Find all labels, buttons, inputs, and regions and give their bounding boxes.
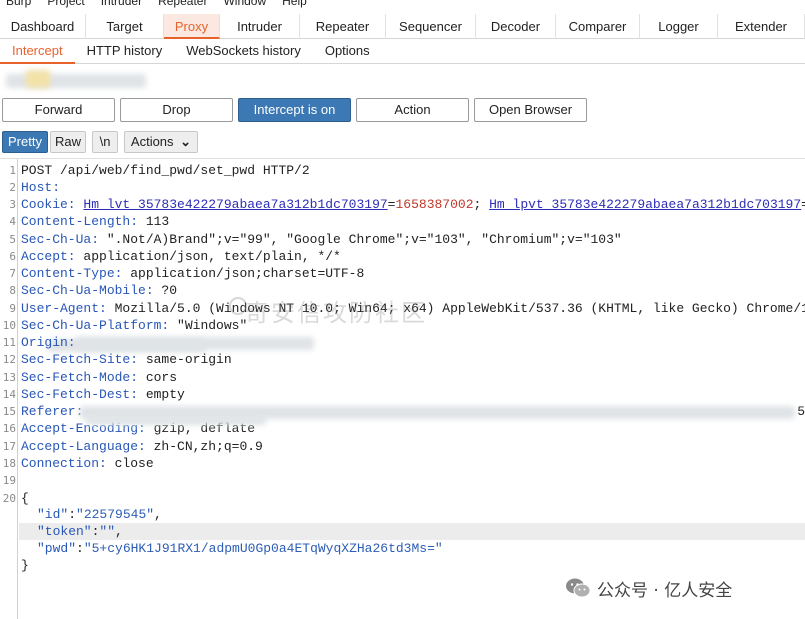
message-view-bar: Pretty Raw \n Actions ⌄ (0, 131, 805, 155)
header-sec-fetch-dest: Sec-Fetch-Dest: empty (21, 387, 185, 402)
line-number: 8 (9, 284, 16, 297)
header-content-type: Content-Type: application/json;charset=U… (21, 266, 365, 281)
raw-view-button[interactable]: Raw (50, 131, 86, 153)
chevron-down-icon: ⌄ (180, 134, 192, 149)
redaction-block (26, 70, 50, 88)
actions-label: Actions (130, 134, 174, 149)
json-field-token: "token":"", (37, 524, 123, 539)
line-number: 16 (2, 422, 16, 435)
line-number: 11 (2, 336, 16, 349)
line-number: 12 (2, 353, 16, 366)
header-content-length: Content-Length: 113 (21, 214, 170, 229)
line-number: 17 (2, 440, 16, 453)
intercept-toolbar: Forward Drop Intercept is on Action Open… (0, 98, 805, 124)
line-number: 10 (2, 319, 16, 332)
header-sec-fetch-site: Sec-Fetch-Site: same-origin (21, 352, 232, 367)
menu-window[interactable]: Window (223, 0, 266, 10)
line-number: 2 (9, 181, 16, 194)
header-cookie: Cookie: Hm_lvt_35783e422279abaea7a312b1d… (21, 197, 805, 212)
tab-decoder[interactable]: Decoder (476, 14, 556, 39)
menu-intruder[interactable]: Intruder (101, 0, 142, 10)
tab-comparer[interactable]: Comparer (556, 14, 640, 39)
line-number: 19 (2, 474, 16, 487)
header-accept-language: Accept-Language: zh-CN,zh;q=0.9 (21, 439, 263, 454)
request-target-redacted (0, 66, 805, 96)
tab-proxy[interactable]: Proxy (164, 14, 220, 39)
header-origin: Origin: (21, 335, 76, 350)
pretty-view-button[interactable]: Pretty (2, 131, 48, 153)
footer-brand: 公众号 · 亿人安全 (565, 575, 732, 601)
redaction-block (76, 337, 314, 350)
json-open-brace: { (21, 491, 29, 506)
json-field-id: "id":"22579545", (37, 507, 162, 522)
actions-dropdown[interactable]: Actions ⌄ (124, 131, 198, 153)
line-number: 4 (9, 215, 16, 228)
drop-button[interactable]: Drop (120, 98, 233, 122)
tab-http-history[interactable]: HTTP history (75, 40, 175, 64)
tab-logger[interactable]: Logger (640, 14, 718, 39)
line-number: 18 (2, 457, 16, 470)
action-button[interactable]: Action (356, 98, 469, 122)
header-host: Host: (21, 180, 61, 195)
current-line-highlight (19, 523, 805, 540)
tab-extender[interactable]: Extender (718, 14, 805, 39)
menu-help[interactable]: Help (282, 0, 307, 10)
tab-dashboard[interactable]: Dashboard (0, 14, 86, 39)
tab-target[interactable]: Target (86, 14, 164, 39)
line-number: 6 (9, 250, 16, 263)
menu-bar: Burp Project Intruder Repeater Window He… (0, 0, 805, 10)
header-sec-ch-ua: Sec-Ch-Ua: ".Not/A)Brand";v="99", "Googl… (21, 232, 622, 247)
line-number: 20 (2, 492, 16, 505)
line-number: 15 (2, 405, 16, 418)
line-number: 7 (9, 267, 16, 280)
header-sec-fetch-mode: Sec-Fetch-Mode: cors (21, 370, 178, 385)
redaction-block (86, 416, 266, 425)
watermark: 奇安信攻防社区 (245, 299, 427, 327)
tab-repeater[interactable]: Repeater (300, 14, 386, 39)
intercept-toggle-button[interactable]: Intercept is on (238, 98, 351, 122)
line-number: 3 (9, 198, 16, 211)
line-number: 14 (2, 388, 16, 401)
line-number: 5 (9, 233, 16, 246)
newline-toggle-button[interactable]: \n (92, 131, 118, 153)
header-sec-ch-ua-mobile: Sec-Ch-Ua-Mobile: ?0 (21, 283, 178, 298)
tab-sequencer[interactable]: Sequencer (386, 14, 476, 39)
line-number: 13 (2, 371, 16, 384)
footer-text: 公众号 · 亿人安全 (597, 580, 733, 601)
tab-options[interactable]: Options (313, 40, 382, 64)
json-close-brace: } (21, 558, 29, 573)
json-field-pwd: "pwd":"5+cy6HK1J91RX1/adpmU0Gp0a4ETqWyqX… (37, 541, 443, 556)
wechat-icon (565, 577, 591, 599)
forward-button[interactable]: Forward (2, 98, 115, 122)
request-editor[interactable]: 1 2 3 4 5 6 7 8 9 10 11 12 13 14 15 16 1… (0, 158, 805, 619)
line-number-gutter: 1 2 3 4 5 6 7 8 9 10 11 12 13 14 15 16 1… (0, 159, 18, 619)
line-number: 9 (9, 302, 16, 315)
tab-intruder[interactable]: Intruder (220, 14, 300, 39)
request-line: POST /api/web/find_pwd/set_pwd HTTP/2 (21, 163, 310, 178)
proxy-sub-tabs: Intercept HTTP history WebSockets histor… (0, 40, 805, 64)
main-tabs: Dashboard Target Proxy Intruder Repeater… (0, 14, 805, 39)
menu-project[interactable]: Project (47, 0, 84, 10)
line-number: 1 (9, 164, 16, 177)
menu-burp[interactable]: Burp (6, 0, 31, 10)
menu-repeater[interactable]: Repeater (158, 0, 207, 10)
open-browser-button[interactable]: Open Browser (474, 98, 587, 122)
header-sec-ch-ua-platform: Sec-Ch-Ua-Platform: "Windows" (21, 318, 248, 333)
header-connection: Connection: close (21, 456, 154, 471)
header-accept: Accept: application/json, text/plain, */… (21, 249, 341, 264)
tab-websockets-history[interactable]: WebSockets history (174, 40, 313, 64)
tab-intercept[interactable]: Intercept (0, 40, 75, 64)
